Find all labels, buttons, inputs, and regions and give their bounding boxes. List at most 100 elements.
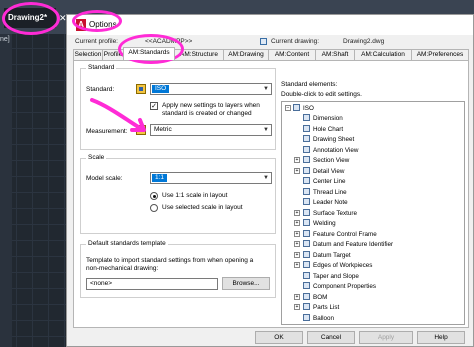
options-dialog: A Options Current profile: <<ACADMPP>> C… — [66, 14, 474, 347]
standard-icon — [136, 84, 146, 94]
model-scale-value: 1:1 — [152, 174, 168, 182]
tree-collapse-icon[interactable]: − — [285, 105, 291, 111]
tree-item-label: Datum Target — [313, 251, 351, 259]
tree-item[interactable]: Datum Target — [303, 250, 351, 259]
tab-am-preferences[interactable]: AM:Preferences — [411, 49, 469, 60]
tree-item-label: Edges of Workpieces — [313, 262, 373, 269]
apply-settings-checkbox[interactable]: ✓ — [150, 102, 158, 110]
left-strip-text: ne] — [0, 36, 10, 43]
standard-elements-title: Standard elements: — [281, 81, 338, 88]
standard-label: Standard: — [86, 86, 115, 93]
tree-expand-icon[interactable]: + — [294, 304, 300, 310]
tree-item[interactable]: Balloon — [303, 313, 335, 322]
current-drawing-value: Drawing2.dwg — [343, 38, 385, 45]
tree-item[interactable]: Component Properties — [303, 282, 376, 290]
dialog-title: Options — [89, 20, 117, 29]
standard-element-icon — [303, 282, 310, 289]
tab-selection[interactable]: Selection — [73, 49, 103, 60]
tree-item-label: Parts List — [313, 304, 340, 311]
dialog-titlebar[interactable]: A Options — [67, 15, 473, 35]
document-tab-drawing2[interactable]: Drawing2* — [4, 8, 56, 28]
standard-element-icon — [303, 156, 310, 163]
radio-use-selected-scale-label: Use selected scale in layout — [162, 204, 243, 211]
tree-item[interactable]: Taper and Slope — [303, 271, 359, 280]
tree-item[interactable]: Feature Control Frame — [303, 229, 377, 238]
tree-item[interactable]: Welding — [303, 219, 336, 227]
standard-group: Standard — [80, 64, 276, 150]
standard-element-icon — [303, 240, 310, 247]
standard-element-icon — [303, 187, 310, 195]
tree-item[interactable]: Drawing Sheet — [303, 135, 354, 143]
tree-item-label: Welding — [313, 220, 336, 227]
tree-expand-icon[interactable]: + — [294, 293, 300, 300]
help-button[interactable]: Help — [417, 331, 465, 344]
standard-element-icon — [303, 198, 310, 205]
tree-item-label: Detail View — [313, 167, 345, 175]
tree-item[interactable]: Surface Texture — [303, 208, 357, 217]
tree-item[interactable]: Parts List — [303, 303, 339, 311]
tree-expand-icon[interactable]: + — [294, 157, 300, 163]
model-scale-dropdown[interactable]: 1:1 ▼ — [150, 172, 272, 184]
tab-profile[interactable]: Profile — [102, 49, 124, 60]
tree-item[interactable]: Edges of Workpieces — [303, 261, 372, 269]
tab-am-drawing[interactable]: AM:Drawing — [223, 49, 269, 60]
current-profile-value: <<ACADMPP>> — [145, 38, 193, 45]
apply-button[interactable]: Apply — [359, 331, 413, 344]
tree-root-iso[interactable]: ISO — [293, 104, 314, 112]
standard-element-icon — [303, 177, 310, 184]
standard-element-icon — [303, 303, 310, 310]
standard-elements-tree[interactable]: − ISO Dimension Hole Chart Drawing Sheet An… — [281, 101, 465, 325]
tree-item[interactable]: Leader Note — [303, 198, 348, 206]
tree-expand-icon[interactable]: + — [294, 262, 300, 268]
left-palette-strip: ne] — [0, 34, 12, 347]
tree-item[interactable]: Dimension — [303, 114, 343, 122]
standard-element-icon — [303, 313, 310, 321]
measurement-dropdown[interactable]: Metric ▼ — [150, 124, 272, 136]
tree-expand-icon[interactable]: + — [294, 220, 300, 226]
options-tab-strip: Selection Profile AM:Standards AM:Struct… — [73, 47, 469, 60]
tree-expand-icon[interactable]: + — [294, 167, 300, 174]
tree-expand-icon[interactable]: + — [294, 209, 300, 216]
standard-dropdown[interactable]: ISO ▼ — [150, 83, 272, 95]
tree-item-label: Dimension — [313, 115, 343, 122]
tree-item[interactable]: Section View — [303, 156, 349, 164]
current-profile-label: Current profile: — [75, 38, 118, 45]
tree-expand-icon[interactable]: + — [294, 230, 300, 237]
apply-settings-label-line2: standard is created or changed — [162, 110, 252, 117]
template-description-line1: Template to import standard settings fro… — [86, 257, 254, 264]
tab-am-shaft[interactable]: AM:Shaft — [315, 49, 355, 60]
ok-button[interactable]: OK — [255, 331, 303, 344]
measurement-icon — [136, 125, 146, 135]
template-description-line2: non-mechanical drawing: — [86, 265, 159, 272]
tab-am-content[interactable]: AM:Content — [268, 49, 316, 60]
tree-expand-icon[interactable]: + — [294, 251, 300, 258]
tree-item-label: Component Properties — [313, 283, 377, 290]
tree-item-label: Datum and Feature Identifier — [313, 241, 394, 248]
tree-item[interactable]: Center Line — [303, 177, 346, 185]
browse-button[interactable]: Browse... — [222, 277, 270, 290]
tab-am-standards[interactable]: AM:Standards — [123, 47, 175, 60]
template-path-input[interactable]: <none> — [86, 278, 218, 290]
tree-item[interactable]: BOM — [303, 292, 328, 301]
radio-use-selected-scale[interactable] — [150, 204, 158, 212]
tree-item-label: Balloon — [313, 314, 335, 322]
measurement-label: Measurement: — [86, 128, 128, 135]
tab-am-structure[interactable]: AM:Structure — [174, 49, 224, 60]
cancel-button[interactable]: Cancel — [307, 331, 355, 344]
tree-expand-icon[interactable]: + — [294, 241, 300, 247]
scale-group-title: Scale — [86, 154, 107, 161]
tree-item[interactable]: Thread Line — [303, 187, 347, 196]
radio-use-1-1-scale[interactable] — [150, 192, 158, 200]
chevron-down-icon: ▼ — [263, 86, 269, 92]
standard-element-icon — [303, 208, 310, 216]
standard-element-icon — [303, 250, 310, 258]
tree-item[interactable]: Annotation View — [303, 145, 358, 154]
standard-element-icon — [303, 166, 310, 174]
tree-item[interactable]: Datum and Feature Identifier — [303, 240, 393, 248]
tree-item[interactable]: Detail View — [303, 166, 345, 175]
tab-am-calculation[interactable]: AM:Calculation — [354, 49, 412, 60]
standard-element-icon — [303, 229, 310, 237]
tree-item[interactable]: Hole Chart — [303, 124, 343, 133]
tree-item-label: BOM — [313, 293, 328, 301]
standard-element-icon — [303, 271, 310, 279]
